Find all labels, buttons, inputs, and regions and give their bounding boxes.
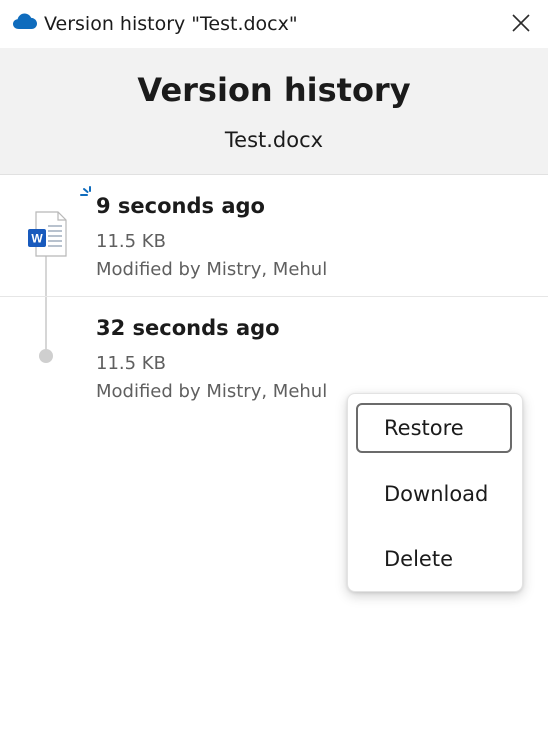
- version-history-header: Version history Test.docx: [0, 48, 548, 175]
- version-history-window: Version history "Test.docx" Version hist…: [0, 0, 548, 750]
- download-menu-item[interactable]: Download: [356, 469, 512, 519]
- version-size: 11.5 KB: [96, 231, 166, 252]
- version-item-current[interactable]: 9 seconds ago 11.5 KB Modified by Mistry…: [0, 175, 548, 295]
- version-context-menu: Restore Download Delete: [347, 393, 523, 592]
- version-modified-by: Modified by Mistry, Mehul: [96, 259, 328, 280]
- version-modified-by: Modified by Mistry, Mehul: [96, 381, 328, 402]
- title-bar: Version history "Test.docx": [0, 0, 548, 48]
- delete-menu-item[interactable]: Delete: [356, 534, 512, 584]
- restore-menu-item[interactable]: Restore: [356, 403, 512, 453]
- version-size: 11.5 KB: [96, 353, 166, 374]
- close-icon: [506, 9, 536, 39]
- onedrive-cloud-icon: [12, 12, 38, 30]
- version-time: 32 seconds ago: [96, 316, 280, 340]
- page-title: Version history: [137, 71, 411, 109]
- window-title: Version history "Test.docx": [44, 13, 298, 35]
- file-name: Test.docx: [224, 128, 324, 152]
- version-time: 9 seconds ago: [96, 194, 265, 218]
- close-button[interactable]: [506, 9, 536, 39]
